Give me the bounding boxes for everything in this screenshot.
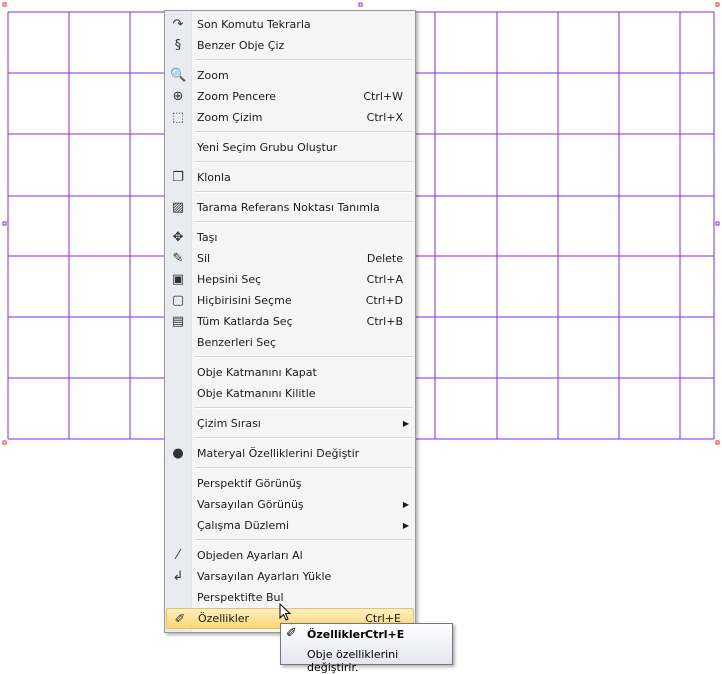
menu-item-yeni-se-im-grubu-olu-tur[interactable]: Yeni Seçim Grubu Oluştur	[165, 137, 415, 158]
menu-item-hepsini-se-[interactable]: ▣ Hepsini Seç Ctrl+A	[165, 269, 415, 290]
menu-item-label: Perspektif Görünüş	[197, 477, 302, 490]
menu-item-obje-katman-n-kilitle[interactable]: Obje Katmanını Kilitle	[165, 383, 415, 404]
menu-item-label: Materyal Özelliklerini Değiştir	[197, 447, 360, 460]
zoom-extents-icon: ⬚	[171, 110, 185, 125]
menu-item-label: Sil	[197, 252, 211, 265]
menu-separator	[195, 539, 413, 541]
menu-item-materyal-zelliklerini-de-i-tir[interactable]: ● Materyal Özelliklerini Değiştir	[165, 443, 415, 464]
submenu-arrow-icon: ▶	[402, 521, 409, 530]
hatch-icon: ▨	[171, 200, 185, 215]
menu-item-label: Hepsini Seç	[197, 273, 262, 286]
zoom-icon: 🔍	[170, 68, 187, 83]
select-all-icon: ▣	[171, 272, 185, 287]
repeat-icon: ↷	[172, 17, 184, 32]
menu-item-label: Varsayılan Ayarları Yükle	[197, 570, 332, 583]
menu-item--al-ma-d-zlemi[interactable]: Çalışma Düzlemi ▶	[165, 515, 415, 536]
material-icon: ●	[172, 446, 184, 461]
zoom-window-icon: ⊕	[172, 89, 184, 104]
menu-separator	[195, 467, 413, 469]
tooltip: ✐ Özellikler Ctrl+E Obje özelliklerini d…	[280, 623, 453, 674]
menu-item-perspektif-g-r-n-[interactable]: Perspektif Görünüş	[165, 473, 415, 494]
selection-handle[interactable]	[2, 221, 7, 226]
menu-item-shortcut: Ctrl+B	[366, 315, 403, 328]
menu-item-label: Obje Katmanını Kapat	[197, 366, 317, 379]
menu-item-shortcut: Ctrl+X	[366, 111, 403, 124]
menu-item-shortcut: Ctrl+W	[363, 90, 403, 103]
menu-item-label: Hiçbirisini Seçme	[197, 294, 292, 307]
selection-handle[interactable]	[715, 2, 720, 7]
menu-item-zoom-izim[interactable]: ⬚ Zoom Çizim Ctrl+X	[165, 107, 415, 128]
menu-item-label: Çizim Sırası	[197, 417, 261, 430]
menu-item-label: Obje Katmanını Kilitle	[197, 387, 316, 400]
move-icon: ✥	[172, 230, 184, 245]
menu-item-zoom[interactable]: 🔍 Zoom	[165, 65, 415, 86]
context-menu: ↷ Son Komutu Tekrarla § Benzer Obje Çiz 🔍 Zoo…	[164, 10, 416, 633]
menu-item-benzer-obje-iz[interactable]: § Benzer Obje Çiz	[165, 35, 415, 56]
menu-item-shortcut: Ctrl+A	[366, 273, 403, 286]
menu-separator	[195, 437, 413, 439]
menu-item-label: Taşı	[197, 231, 218, 244]
menu-item-hi-birisini-se-me[interactable]: ▢ Hiçbirisini Seçme Ctrl+D	[165, 290, 415, 311]
menu-item-label: Zoom Pencere	[197, 90, 277, 103]
menu-item-label: Zoom	[197, 69, 229, 82]
menu-item-t-m-katlarda-se-[interactable]: ▤ Tüm Katlarda Seç Ctrl+B	[165, 311, 415, 332]
selection-handle[interactable]	[715, 440, 720, 445]
menu-item-label: Zoom Çizim	[197, 111, 263, 124]
mouse-cursor-icon	[279, 603, 292, 621]
menu-separator	[195, 131, 413, 133]
menu-item--izim-s-ras-[interactable]: Çizim Sırası ▶	[165, 413, 415, 434]
menu-item-label: Klonla	[197, 171, 231, 184]
menu-item-obje-katman-n-kapat[interactable]: Obje Katmanını Kapat	[165, 362, 415, 383]
tooltip-title: Özellikler	[307, 628, 366, 641]
menu-item-varsay-lan-ayarlar-y-kle[interactable]: ↲ Varsayılan Ayarları Yükle	[165, 566, 415, 587]
menu-separator	[195, 191, 413, 193]
menu-item-objeden-ayarlar-al[interactable]: ⁄ Objeden Ayarları Al	[165, 545, 415, 566]
menu-item-label: Perspektifte Bul	[197, 591, 284, 604]
menu-item-label: Varsayılan Görünüş	[197, 498, 304, 511]
menu-separator	[195, 221, 413, 223]
menu-item-sil[interactable]: ✎ Sil Delete	[165, 248, 415, 269]
select-none-icon: ▢	[171, 293, 185, 308]
menu-item-label: Son Komutu Tekrarla	[197, 18, 311, 31]
selection-handle[interactable]	[2, 2, 7, 7]
properties-icon: ✐	[174, 612, 186, 627]
clone-icon: ❐	[172, 170, 184, 185]
menu-item-label: Benzer Obje Çiz	[197, 39, 285, 52]
menu-separator	[195, 59, 413, 61]
menu-separator	[195, 161, 413, 163]
tooltip-shortcut: Ctrl+E	[365, 628, 405, 641]
menu-item-label: Tarama Referans Noktası Tanımla	[197, 201, 380, 214]
menu-separator	[195, 356, 413, 358]
menu-item-son-komutu-tekrarla[interactable]: ↷ Son Komutu Tekrarla	[165, 14, 415, 35]
menu-item-zoom-pencere[interactable]: ⊕ Zoom Pencere Ctrl+W	[165, 86, 415, 107]
menu-item-klonla[interactable]: ❐ Klonla	[165, 167, 415, 188]
menu-item-label: Çalışma Düzlemi	[197, 519, 290, 532]
menu-separator	[195, 407, 413, 409]
selection-handle[interactable]	[2, 440, 7, 445]
menu-item-tarama-referans-noktas-tan-mla[interactable]: ▨ Tarama Referans Noktası Tanımla	[165, 197, 415, 218]
menu-item-shortcut: Delete	[366, 252, 403, 265]
selection-handle[interactable]	[358, 2, 363, 7]
tooltip-description: Obje özelliklerini değiştirir.	[307, 648, 399, 674]
menu-item-ta-[interactable]: ✥ Taşı	[165, 227, 415, 248]
selection-handle[interactable]	[715, 221, 720, 226]
properties-icon: ✐	[286, 626, 297, 641]
select-all-floors-icon: ▤	[171, 314, 185, 329]
load-defaults-icon: ↲	[172, 569, 184, 584]
submenu-arrow-icon: ▶	[402, 500, 409, 509]
menu-item-label: Objeden Ayarları Al	[197, 549, 303, 562]
menu-item-label: Yeni Seçim Grubu Oluştur	[197, 141, 338, 154]
submenu-arrow-icon: ▶	[402, 419, 409, 428]
menu-item-benzerleri-se-[interactable]: Benzerleri Seç	[165, 332, 415, 353]
menu-item-shortcut: Ctrl+D	[365, 294, 403, 307]
menu-item-label: Tüm Katlarda Seç	[197, 315, 293, 328]
menu-item-label: Özellikler	[198, 612, 250, 625]
similar-object-icon: §	[174, 38, 182, 53]
eraser-icon: ✎	[172, 251, 184, 266]
eyedropper-icon: ⁄	[176, 548, 180, 563]
menu-item-varsay-lan-g-r-n-[interactable]: Varsayılan Görünüş ▶	[165, 494, 415, 515]
menu-item-label: Benzerleri Seç	[197, 336, 277, 349]
